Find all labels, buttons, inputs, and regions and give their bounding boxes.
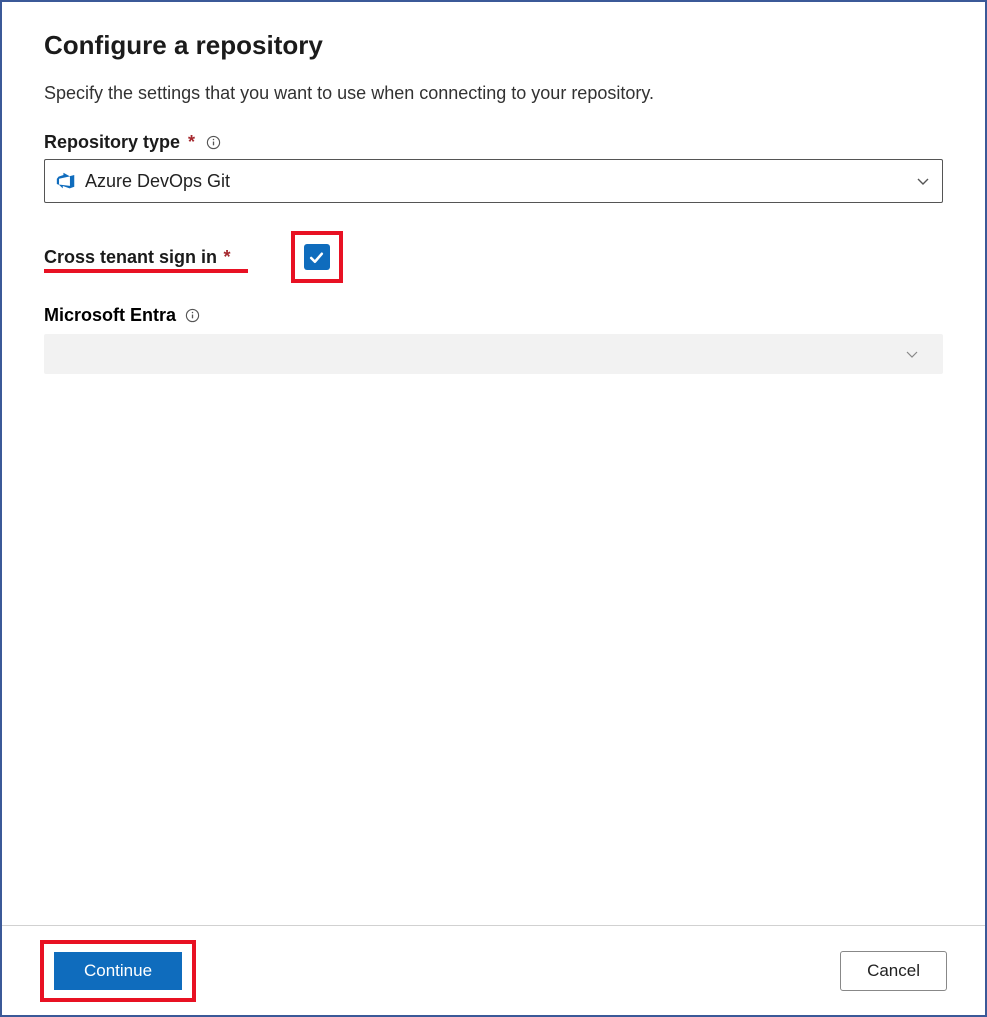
cross-tenant-checkbox[interactable] bbox=[304, 244, 330, 270]
microsoft-entra-label: Microsoft Entra bbox=[44, 305, 176, 326]
required-asterisk: * bbox=[223, 247, 230, 267]
repository-type-select[interactable]: Azure DevOps Git bbox=[44, 159, 943, 203]
repository-type-label: Repository type bbox=[44, 132, 180, 153]
required-asterisk: * bbox=[188, 132, 195, 153]
microsoft-entra-field: Microsoft Entra bbox=[44, 305, 943, 374]
repository-type-value: Azure DevOps Git bbox=[85, 171, 230, 192]
cross-tenant-field: Cross tenant sign in * bbox=[44, 231, 943, 283]
chevron-down-icon bbox=[916, 174, 930, 188]
azure-devops-icon bbox=[55, 170, 77, 192]
highlight-box-continue: Continue bbox=[40, 940, 196, 1002]
highlight-box-checkbox bbox=[291, 231, 343, 283]
info-icon[interactable] bbox=[184, 308, 200, 324]
info-icon[interactable] bbox=[205, 135, 221, 151]
cross-tenant-label: Cross tenant sign in bbox=[44, 247, 217, 267]
microsoft-entra-select[interactable] bbox=[44, 334, 943, 374]
cancel-button[interactable]: Cancel bbox=[840, 951, 947, 991]
highlight-underline bbox=[44, 269, 248, 273]
footer-bar: Continue Cancel bbox=[2, 925, 985, 1015]
chevron-down-icon bbox=[905, 347, 919, 361]
continue-button[interactable]: Continue bbox=[54, 952, 182, 990]
repository-type-field: Repository type * Azure DevOps Git bbox=[44, 132, 943, 203]
page-subtitle: Specify the settings that you want to us… bbox=[44, 83, 943, 104]
page-title: Configure a repository bbox=[44, 30, 943, 61]
